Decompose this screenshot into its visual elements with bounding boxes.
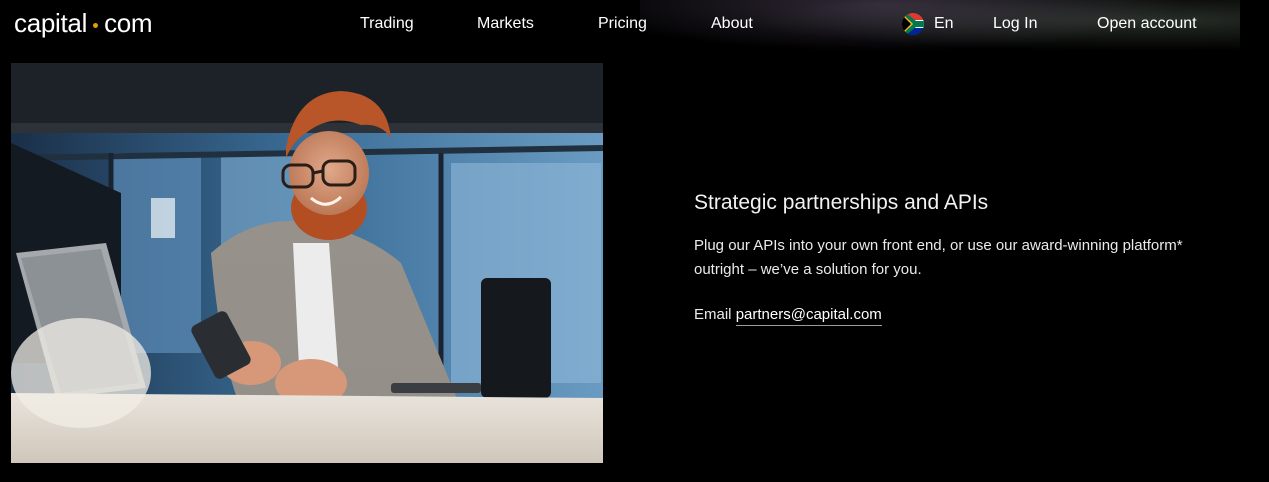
nav-markets[interactable]: Markets	[477, 15, 534, 33]
section-heading: Strategic partnerships and APIs	[694, 191, 989, 214]
partners-email-link[interactable]: partners@capital.com	[735, 306, 882, 326]
capital-com-logo[interactable]: capital com	[14, 8, 153, 39]
hero-photo	[11, 63, 603, 463]
partnerships-section: Strategic partnerships and APIs Plug our…	[694, 190, 1234, 326]
nav-trading[interactable]: Trading	[360, 15, 414, 33]
open-account-button[interactable]: Open account	[1097, 15, 1197, 33]
logo-text-right: com	[104, 8, 153, 38]
email-row: Email partners@capital.com	[694, 305, 1234, 326]
language-selector[interactable]: En	[902, 13, 954, 35]
header: capital com Trading Markets Pricing Abou…	[0, 0, 1269, 60]
page: capital com Trading Markets Pricing Abou…	[0, 0, 1269, 482]
section-body: Plug our APIs into your own front end, o…	[694, 237, 1183, 278]
language-label: En	[934, 15, 954, 32]
email-label: Email	[694, 306, 736, 323]
nav-pricing[interactable]: Pricing	[598, 15, 647, 33]
south-africa-flag-icon	[902, 13, 924, 35]
logo-dot	[93, 23, 99, 28]
nav-about[interactable]: About	[711, 15, 753, 33]
logo-text-left: capital	[14, 8, 88, 38]
log-in-button[interactable]: Log In	[993, 15, 1037, 33]
